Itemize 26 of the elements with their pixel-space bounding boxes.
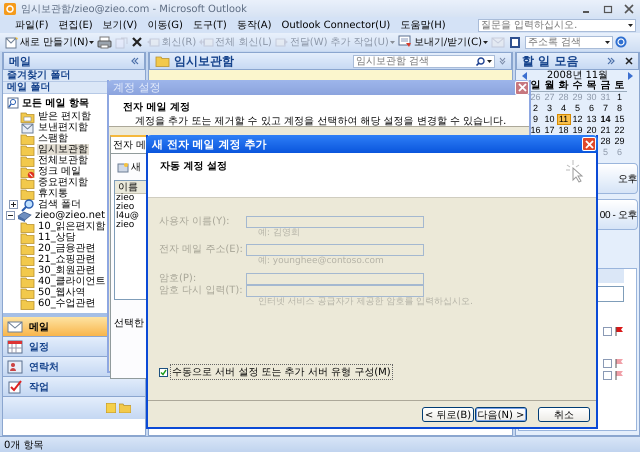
field-hint: 예: younghee@contoso.com <box>256 256 385 268</box>
pane-title: 메일 <box>9 54 31 68</box>
pane-title: 할 일 모음 <box>522 52 578 70</box>
dialog-heading: 자동 계정 설정 <box>160 160 227 173</box>
field-label: 암호 다시 입력(T): <box>159 285 243 297</box>
appointment-text: 00 - 오후 <box>600 208 637 222</box>
weekday-label: 화 <box>556 81 570 92</box>
pane-title: 임시보관함 <box>174 52 234 70</box>
weekday-label: 금 <box>598 81 612 92</box>
selection-text: 선택한 <box>114 317 145 330</box>
weekday-label: 토 <box>612 81 626 92</box>
field-hint: 인터넷 서비스 공급자가 제공한 암호를 입력하십시오. <box>256 297 474 309</box>
weekday-label: 목 <box>584 81 598 92</box>
weekday-label: 수 <box>570 81 584 92</box>
status-text: 0개 항목 <box>4 438 44 452</box>
appointment-text: 오후 <box>618 172 637 186</box>
calendar-month: 2008년 11월 <box>546 70 608 81</box>
field-label: 사용자 이름(Y): <box>159 216 230 228</box>
dialog-heading: 전자 메일 계정 <box>123 101 191 114</box>
dialog-title: 새 전자 메일 계정 추가 <box>152 136 266 152</box>
field-label: 암호(P): <box>159 273 198 285</box>
weekday-label: 월 <box>542 81 556 92</box>
window-title: 임시보관함/zieo@zieo.com - Microsoft Outlook <box>21 2 247 16</box>
field-hint: 예: 김영희 <box>256 228 301 240</box>
dialog-description: 계정을 추가 또는 제거할 수 있고 계정을 선택하여 해당 설정을 변경할 수 있습니다. <box>134 115 508 128</box>
field-label: 전자 메일 주소(E): <box>159 244 243 256</box>
